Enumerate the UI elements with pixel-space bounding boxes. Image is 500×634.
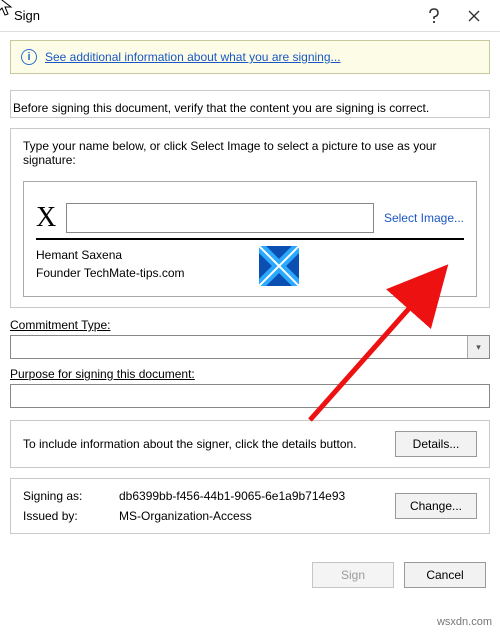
signing-as-value: db6399bb-f456-44b1-9065-6e1a9b714e93 xyxy=(119,489,389,503)
commitment-type-label: Commitment Type: xyxy=(10,318,490,332)
verify-panel: Before signing this document, verify tha… xyxy=(10,90,490,118)
signing-as-label: Signing as: xyxy=(23,489,113,503)
info-link[interactable]: See additional information about what yo… xyxy=(45,50,341,64)
sign-button[interactable]: Sign xyxy=(312,562,394,588)
select-image-link[interactable]: Select Image... xyxy=(384,211,464,225)
details-panel: To include information about the signer,… xyxy=(10,420,490,468)
info-icon: i xyxy=(21,49,37,65)
signature-area: X Select Image... Hemant Saxena Founder … xyxy=(23,181,477,297)
signing-as-panel: Signing as: db6399bb-f456-44b1-9065-6e1a… xyxy=(10,478,490,534)
watermark: wsxdn.com xyxy=(437,616,492,628)
change-button[interactable]: Change... xyxy=(395,493,477,519)
help-button[interactable] xyxy=(414,2,454,30)
signature-panel: Type your name below, or click Select Im… xyxy=(10,128,490,308)
signer-name: Hemant Saxena xyxy=(36,246,185,264)
issued-by-value: MS-Organization-Access xyxy=(119,509,389,523)
signer-title: Founder TechMate-tips.com xyxy=(36,264,185,282)
issued-by-label: Issued by: xyxy=(23,509,113,523)
titlebar: Sign xyxy=(0,0,500,32)
logo-icon xyxy=(259,246,299,286)
close-icon xyxy=(468,10,480,22)
purpose-input[interactable] xyxy=(10,384,490,408)
details-button[interactable]: Details... xyxy=(395,431,477,457)
cancel-button[interactable]: Cancel xyxy=(404,562,486,588)
help-icon xyxy=(428,8,440,24)
signature-x-marker: X xyxy=(36,202,56,234)
window-title: Sign xyxy=(14,8,414,23)
dialog-footer: Sign Cancel xyxy=(0,552,500,600)
signature-input[interactable] xyxy=(66,203,374,233)
signature-instruction: Type your name below, or click Select Im… xyxy=(23,139,477,167)
close-button[interactable] xyxy=(454,2,494,30)
details-text: To include information about the signer,… xyxy=(23,437,385,451)
chevron-down-icon: ▾ xyxy=(467,336,489,358)
purpose-label: Purpose for signing this document: xyxy=(10,367,490,381)
commitment-type-select[interactable]: ▾ xyxy=(10,335,490,359)
info-bar: i See additional information about what … xyxy=(10,40,490,74)
signature-line xyxy=(36,238,464,240)
verify-text: Before signing this document, verify tha… xyxy=(13,101,429,115)
